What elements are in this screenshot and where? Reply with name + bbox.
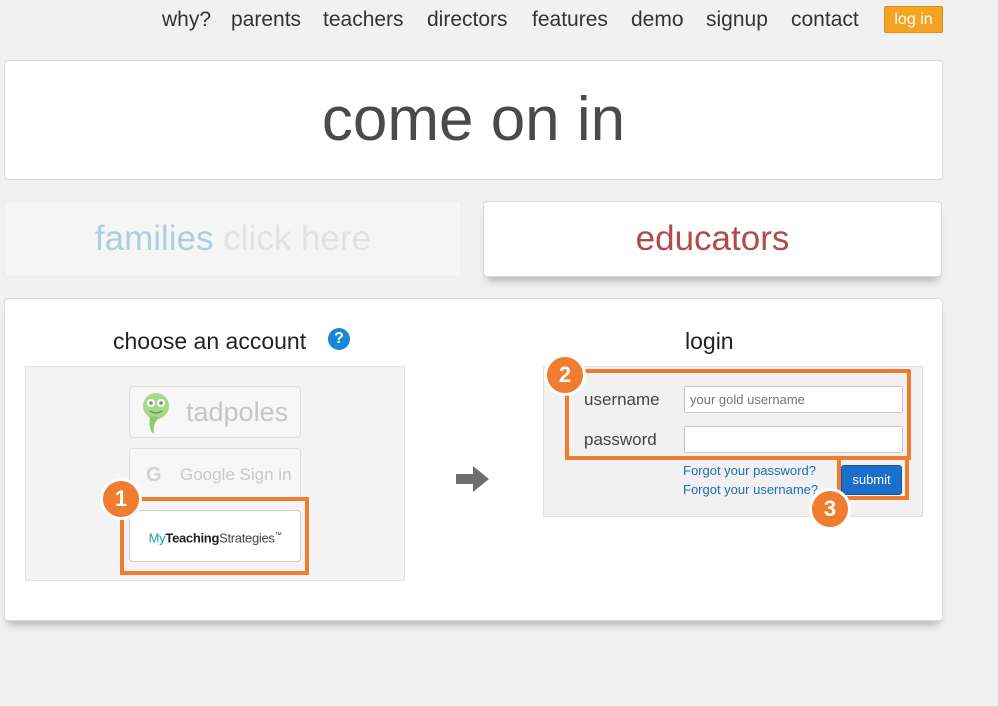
page-title: come on in [321, 85, 626, 154]
tab-families[interactable]: families click here [4, 201, 462, 277]
forgot-username-link[interactable]: Forgot your username? [683, 482, 818, 498]
tab-families-label: families [94, 219, 214, 258]
highlight-box-submit [837, 460, 909, 500]
nav-link-why[interactable]: why? [162, 6, 211, 34]
question-circle-icon[interactable]: ? [328, 328, 350, 350]
nav-link-directors[interactable]: directors [427, 6, 508, 34]
nav-link-teachers[interactable]: teachers [323, 6, 404, 34]
login-title: login [685, 328, 734, 354]
tab-educators[interactable]: educators [483, 201, 942, 277]
google-g-icon: G [146, 464, 162, 486]
highlight-box-mts [120, 497, 309, 575]
nav-link-features[interactable]: features [532, 6, 608, 34]
tadpoles-account-button[interactable]: tadpoles [129, 386, 301, 438]
nav-link-signup[interactable]: signup [706, 6, 768, 34]
tab-families-hint: click here [223, 219, 372, 258]
step-badge-2: 2 [544, 354, 586, 396]
step-badge-3: 3 [809, 488, 851, 530]
tadpole-logo-icon [143, 393, 169, 434]
nav-link-contact[interactable]: contact [791, 6, 859, 34]
choose-account-title: choose an account [113, 328, 307, 354]
nav-link-demo[interactable]: demo [631, 6, 684, 34]
google-signin-button[interactable]: G Google Sign in [129, 448, 301, 500]
highlight-box-credentials [565, 369, 911, 460]
nav-link-parents[interactable]: parents [231, 6, 301, 34]
arrow-right-icon [456, 466, 489, 492]
forgot-password-link[interactable]: Forgot your password? [683, 463, 816, 479]
nav-login-button[interactable]: log in [884, 6, 943, 33]
step-badge-1: 1 [100, 478, 142, 520]
google-signin-label: Google Sign in [180, 465, 292, 484]
hero-card: come on in [4, 60, 943, 180]
top-nav: why? parents teachers directors features… [0, 6, 998, 34]
tadpoles-label: tadpoles [186, 397, 289, 427]
